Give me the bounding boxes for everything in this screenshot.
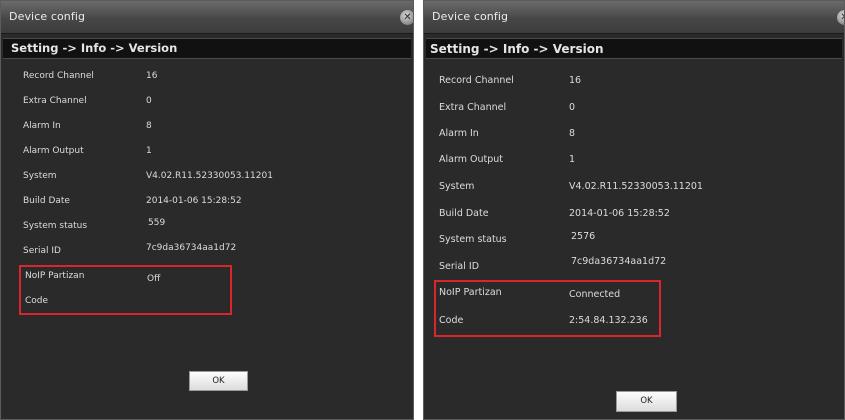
value-serial-id: 7c9da36734aa1d72 — [146, 243, 237, 253]
window-title: Device config — [9, 10, 86, 23]
label-code: Code — [25, 296, 49, 306]
label-serial-id: Serial ID — [23, 246, 61, 256]
label-system-status: System status — [439, 234, 507, 245]
label-serial-id: Serial ID — [439, 261, 480, 272]
ok-button[interactable]: OK — [189, 371, 248, 391]
label-noip-partizan: NoIP Partizan — [439, 287, 502, 298]
value-noip-partizan: Connected — [569, 289, 621, 300]
value-noip-partizan: Off — [147, 274, 161, 284]
value-system: V4.02.R11.52330053.11201 — [569, 181, 703, 192]
label-record-channel: Record Channel — [23, 71, 94, 81]
value-system: V4.02.R11.52330053.11201 — [146, 171, 273, 181]
ok-button[interactable]: OK — [616, 391, 677, 412]
label-code: Code — [439, 315, 464, 326]
value-build-date: 2014-01-06 15:28:52 — [146, 196, 242, 206]
label-system-status: System status — [23, 221, 88, 231]
value-code: 2:54.84.132.236 — [569, 315, 648, 326]
value-alarm-output: 1 — [146, 146, 152, 156]
value-extra-channel: 0 — [146, 96, 152, 106]
value-system-status: 559 — [148, 218, 166, 228]
breadcrumb: Setting -> Info -> Version — [430, 42, 604, 56]
value-extra-channel: 0 — [569, 102, 576, 113]
label-record-channel: Record Channel — [439, 75, 514, 86]
value-alarm-in: 8 — [569, 128, 576, 139]
breadcrumb-bar: Setting -> Info -> Version — [3, 38, 411, 59]
label-build-date: Build Date — [439, 208, 489, 219]
label-alarm-output: Alarm Output — [23, 146, 84, 156]
device-config-dialog-left: Device config ✕ Setting -> Info -> Versi… — [0, 0, 414, 420]
window-title: Device config — [432, 10, 509, 23]
close-icon[interactable]: ✕ — [837, 10, 844, 25]
label-alarm-output: Alarm Output — [439, 154, 503, 165]
title-bar[interactable]: Device config ✕ — [1, 1, 413, 34]
value-system-status: 2576 — [571, 231, 596, 242]
title-bar[interactable]: Device config ✕ — [424, 1, 844, 34]
label-extra-channel: Extra Channel — [439, 102, 507, 113]
label-build-date: Build Date — [23, 196, 70, 206]
label-alarm-in: Alarm In — [23, 121, 61, 131]
value-alarm-output: 1 — [569, 154, 576, 165]
label-alarm-in: Alarm In — [439, 128, 479, 139]
label-system: System — [439, 181, 475, 192]
value-record-channel: 16 — [569, 75, 582, 86]
breadcrumb: Setting -> Info -> Version — [11, 41, 178, 55]
breadcrumb-bar: Setting -> Info -> Version — [426, 38, 842, 59]
value-build-date: 2014-01-06 15:28:52 — [569, 208, 670, 219]
value-alarm-in: 8 — [146, 121, 152, 131]
close-icon[interactable]: ✕ — [400, 10, 413, 25]
label-extra-channel: Extra Channel — [23, 96, 87, 106]
value-serial-id: 7c9da36734aa1d72 — [571, 256, 667, 267]
value-record-channel: 16 — [146, 71, 158, 81]
label-noip-partizan: NoIP Partizan — [25, 271, 85, 281]
device-config-dialog-right: Device config ✕ Setting -> Info -> Versi… — [423, 0, 845, 420]
label-system: System — [23, 171, 57, 181]
